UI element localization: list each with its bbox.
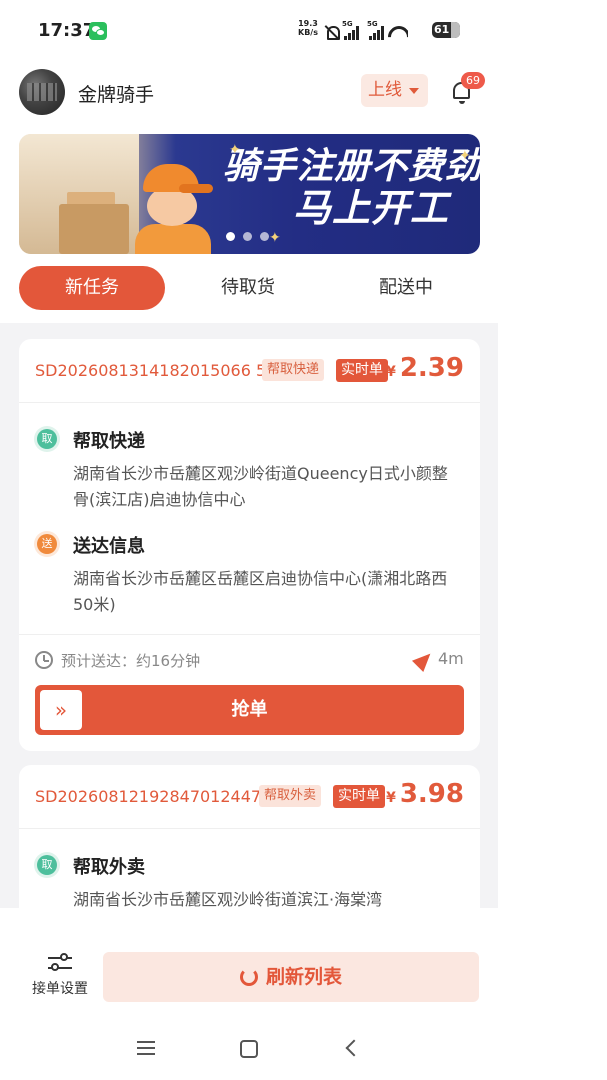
carousel-dot[interactable] bbox=[226, 232, 235, 241]
pickup-title: 帮取快递 bbox=[73, 431, 145, 452]
star-icon: ✦ bbox=[459, 148, 471, 164]
avatar[interactable] bbox=[19, 69, 65, 115]
bottom-action-bar: 接单设置 刷新列表 bbox=[0, 934, 498, 1014]
rider-name: 金牌骑手 bbox=[78, 84, 155, 106]
clock-icon bbox=[35, 651, 53, 669]
wifi-icon bbox=[388, 26, 408, 40]
status-icons: 5G 5G bbox=[324, 20, 408, 40]
pickup-badge: 取 bbox=[37, 855, 57, 875]
realtime-tag: 实时单 bbox=[336, 359, 388, 382]
order-number: SD20260812192847012447 1 bbox=[35, 787, 277, 806]
banner-headline: 骑手注册不费劲 马上开工 bbox=[223, 146, 480, 230]
refresh-icon bbox=[239, 968, 258, 986]
carousel-dot[interactable] bbox=[260, 232, 269, 241]
promo-banner[interactable]: 骑手注册不费劲 马上开工 ✦ ✦ ✦ bbox=[19, 134, 480, 254]
battery-icon: 61 bbox=[432, 22, 460, 38]
refresh-list-label: 刷新列表 bbox=[265, 966, 342, 988]
pickup-badge: 取 bbox=[37, 429, 57, 449]
tab-pending-pickup[interactable]: 待取货 bbox=[178, 266, 318, 310]
home-icon[interactable] bbox=[240, 1040, 258, 1058]
carousel-dot[interactable] bbox=[243, 232, 252, 241]
order-price: ¥2.39 bbox=[386, 353, 464, 383]
task-tabs: 新任务 待取货 配送中 bbox=[0, 266, 498, 310]
order-card-header: SD2026081314182015066 57 帮取快递 实时单 ¥2.39 bbox=[19, 339, 480, 403]
dropoff-title: 送达信息 bbox=[73, 536, 145, 557]
distance-label: 4m bbox=[438, 649, 464, 668]
refresh-list-button[interactable]: 刷新列表 bbox=[103, 952, 479, 1002]
carousel-dots bbox=[226, 232, 269, 241]
slide-handle-icon[interactable]: » bbox=[40, 690, 82, 730]
status-time: 17:37 bbox=[38, 20, 96, 41]
notification-badge: 69 bbox=[461, 72, 485, 89]
signal-icon: 5G bbox=[342, 20, 359, 40]
pickup-title: 帮取外卖 bbox=[73, 857, 145, 878]
order-settings-label: 接单设置 bbox=[32, 981, 88, 997]
order-card[interactable]: SD2026081314182015066 57 帮取快递 实时单 ¥2.39 … bbox=[19, 339, 480, 751]
system-navigation-bar bbox=[0, 1018, 498, 1080]
pickup-address: 湖南省长沙市岳麓区观沙岭街道Queency日式小颜整骨(滨江店)启迪协信中心 bbox=[73, 464, 448, 509]
app-header: 金牌骑手 上线 69 bbox=[0, 62, 498, 124]
star-icon: ✦ bbox=[269, 230, 281, 246]
navigation-arrow-icon bbox=[411, 647, 437, 673]
order-price: ¥3.98 bbox=[386, 779, 464, 809]
courier-illustration bbox=[135, 164, 217, 254]
back-icon[interactable] bbox=[345, 1039, 363, 1057]
signal-icon: 5G bbox=[367, 20, 384, 40]
order-type-tag: 帮取外卖 bbox=[259, 785, 322, 807]
recent-apps-icon[interactable] bbox=[137, 1041, 155, 1055]
network-speed: 19.3 KB/s bbox=[298, 19, 318, 37]
dropoff-badge: 送 bbox=[37, 534, 57, 554]
online-status-button[interactable]: 上线 bbox=[361, 74, 428, 107]
star-icon: ✦ bbox=[229, 142, 241, 158]
order-number: SD2026081314182015066 57 bbox=[35, 361, 277, 380]
grab-order-button[interactable]: » 抢单 bbox=[35, 685, 464, 735]
mute-icon bbox=[324, 24, 340, 40]
caret-down-icon bbox=[409, 88, 419, 94]
order-card[interactable]: SD20260812192847012447 1 帮取外卖 实时单 ¥3.98 … bbox=[19, 765, 480, 908]
sliders-icon bbox=[48, 952, 72, 974]
order-list[interactable]: SD2026081314182015066 57 帮取快递 实时单 ¥2.39 … bbox=[0, 323, 498, 908]
eta-row: 预计送达：约16分钟 4m bbox=[19, 634, 480, 684]
order-settings-button[interactable]: 接单设置 bbox=[22, 952, 98, 998]
status-bar: 17:37 19.3 KB/s 5G 5G 61 bbox=[0, 0, 498, 62]
grab-order-label: 抢单 bbox=[231, 699, 268, 720]
eta-label: 预计送达：约16分钟 bbox=[61, 652, 201, 670]
pickup-address: 湖南省长沙市岳麓区观沙岭街道滨江·海棠湾 bbox=[73, 890, 383, 908]
dropoff-address: 湖南省长沙市岳麓区岳麓区启迪协信中心(潇湘北路西50米) bbox=[73, 569, 448, 614]
order-type-tag: 帮取快递 bbox=[262, 359, 325, 381]
tab-new-tasks[interactable]: 新任务 bbox=[19, 266, 165, 310]
online-status-label: 上线 bbox=[368, 80, 402, 100]
tab-delivering[interactable]: 配送中 bbox=[336, 266, 476, 310]
app-screen: 17:37 19.3 KB/s 5G 5G 61 金牌骑手 上线 69 骑手注册… bbox=[0, 0, 498, 1080]
wechat-icon bbox=[89, 22, 107, 40]
realtime-tag: 实时单 bbox=[333, 785, 385, 808]
order-card-header: SD20260812192847012447 1 帮取外卖 实时单 ¥3.98 bbox=[19, 765, 480, 829]
